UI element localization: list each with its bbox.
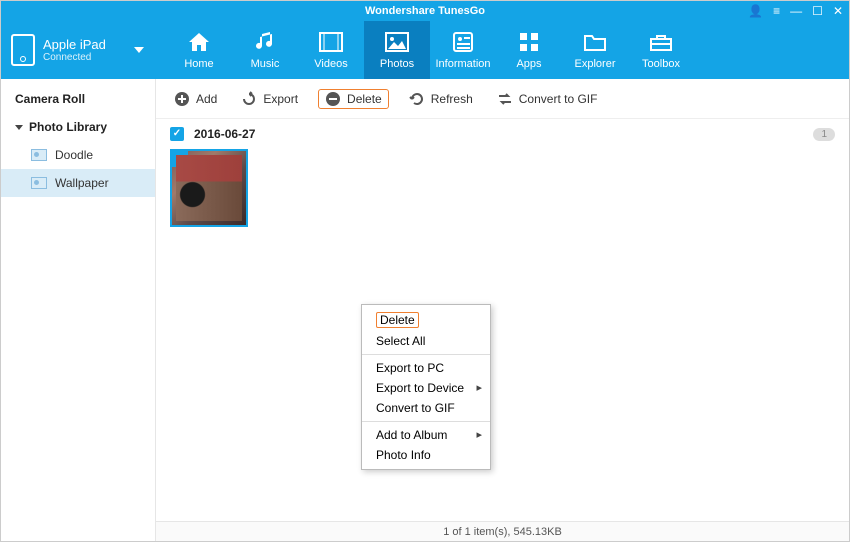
- sidebar-camera-roll[interactable]: Camera Roll: [1, 85, 155, 113]
- ctx-export-device[interactable]: Export to Device: [362, 378, 490, 398]
- delete-icon: [325, 91, 341, 107]
- music-icon: [251, 30, 279, 54]
- tab-explorer[interactable]: Explorer: [562, 21, 628, 79]
- group-checkbox[interactable]: [170, 127, 184, 141]
- device-name: Apple iPad: [43, 37, 106, 52]
- menu-icon[interactable]: ≡: [773, 4, 780, 18]
- device-icon: [11, 34, 35, 66]
- plus-icon: [174, 91, 190, 107]
- ctx-delete[interactable]: Delete: [362, 309, 490, 331]
- convert-icon: [497, 91, 513, 107]
- toolbox-icon: [647, 30, 675, 54]
- explorer-icon: [581, 30, 609, 54]
- album-icon: [31, 149, 47, 161]
- toolbar: Add Export Delete Refresh Convert to GIF: [156, 79, 849, 119]
- photo-thumbnail[interactable]: [170, 149, 248, 227]
- photo-grid: 2016-06-27 1 Delete Select All Export to…: [156, 119, 849, 521]
- app-title: Wondershare TunesGo: [365, 5, 485, 17]
- refresh-icon: [409, 91, 425, 107]
- group-date: 2016-06-27: [194, 127, 255, 141]
- sidebar-item-label: Wallpaper: [55, 176, 109, 190]
- export-icon: [241, 91, 257, 107]
- app-window: Wondershare TunesGo 👤 ≡ — ☐ ✕ Apple iPad…: [0, 0, 850, 542]
- tab-music[interactable]: Music: [232, 21, 298, 79]
- tab-photos[interactable]: Photos: [364, 21, 430, 79]
- ctx-convert-gif[interactable]: Convert to GIF: [362, 398, 490, 418]
- sidebar-item-doodle[interactable]: Doodle: [1, 141, 155, 169]
- main-area: Camera Roll Photo Library Doodle Wallpap…: [1, 79, 849, 541]
- album-icon: [31, 177, 47, 189]
- context-menu: Delete Select All Export to PC Export to…: [361, 304, 491, 470]
- close-icon[interactable]: ✕: [833, 4, 843, 18]
- nav-tabs: Home Music Videos Photos Information App…: [156, 21, 849, 79]
- top-nav: Apple iPad Connected Home Music Videos P…: [1, 21, 849, 79]
- photos-icon: [383, 30, 411, 54]
- device-status: Connected: [43, 52, 106, 63]
- sidebar-item-label: Doodle: [55, 148, 93, 162]
- titlebar: Wondershare TunesGo 👤 ≡ — ☐ ✕: [1, 1, 849, 21]
- videos-icon: [317, 30, 345, 54]
- device-text: Apple iPad Connected: [43, 37, 106, 63]
- convert-gif-button[interactable]: Convert to GIF: [493, 89, 602, 109]
- ctx-separator: [362, 421, 490, 422]
- tab-apps[interactable]: Apps: [496, 21, 562, 79]
- chevron-down-icon: [134, 47, 144, 53]
- add-button[interactable]: Add: [170, 89, 221, 109]
- ctx-select-all[interactable]: Select All: [362, 331, 490, 351]
- apps-icon: [515, 30, 543, 54]
- tab-information[interactable]: Information: [430, 21, 496, 79]
- sidebar-item-wallpaper[interactable]: Wallpaper: [1, 169, 155, 197]
- group-count-badge: 1: [813, 128, 835, 141]
- refresh-button[interactable]: Refresh: [405, 89, 477, 109]
- ctx-export-pc[interactable]: Export to PC: [362, 358, 490, 378]
- delete-button[interactable]: Delete: [318, 89, 389, 109]
- device-selector[interactable]: Apple iPad Connected: [1, 21, 156, 79]
- sidebar-photo-library[interactable]: Photo Library: [1, 113, 155, 141]
- ctx-add-album[interactable]: Add to Album: [362, 425, 490, 445]
- information-icon: [449, 30, 477, 54]
- thumbnail-image: [176, 155, 242, 221]
- window-controls: 👤 ≡ — ☐ ✕: [748, 1, 843, 21]
- tab-videos[interactable]: Videos: [298, 21, 364, 79]
- tab-toolbox[interactable]: Toolbox: [628, 21, 694, 79]
- sidebar: Camera Roll Photo Library Doodle Wallpap…: [1, 79, 156, 541]
- export-button[interactable]: Export: [237, 89, 302, 109]
- content-area: Add Export Delete Refresh Convert to GIF: [156, 79, 849, 541]
- status-bar: 1 of 1 item(s), 545.13KB: [156, 521, 849, 541]
- status-text: 1 of 1 item(s), 545.13KB: [443, 526, 562, 538]
- ctx-photo-info[interactable]: Photo Info: [362, 445, 490, 465]
- date-group-header[interactable]: 2016-06-27 1: [170, 127, 835, 141]
- ctx-separator: [362, 354, 490, 355]
- user-icon[interactable]: 👤: [748, 4, 763, 18]
- tab-home[interactable]: Home: [166, 21, 232, 79]
- home-icon: [185, 30, 213, 54]
- minimize-icon[interactable]: —: [790, 4, 802, 18]
- maximize-icon[interactable]: ☐: [812, 4, 823, 18]
